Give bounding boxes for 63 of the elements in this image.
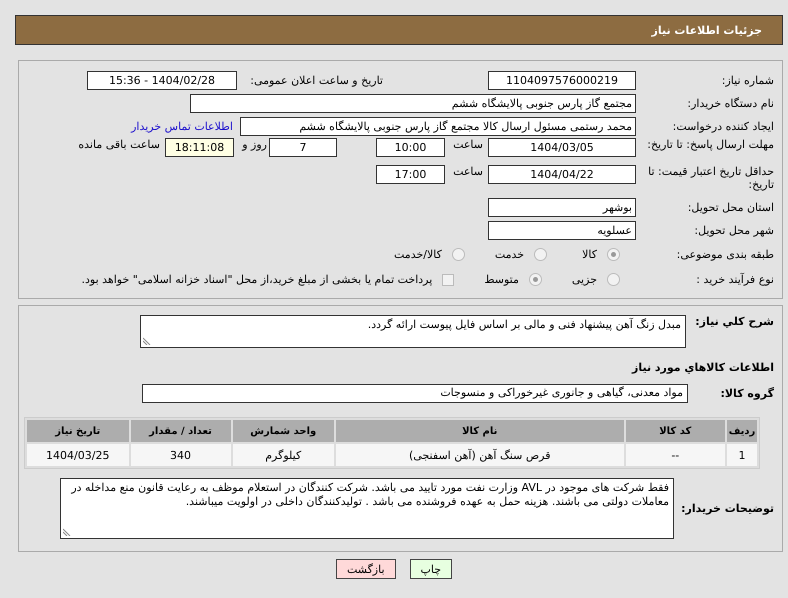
field-label: تاریخ و ساعت اعلان عمومی: [249, 74, 383, 87]
field-label: نوع فرآیند خرید : [695, 273, 774, 286]
field-label: شماره نیاز: [720, 74, 774, 87]
radio-label: کالا/خدمت [394, 248, 442, 261]
announce-date-field: 1404/02/28 - 15:36 [87, 71, 237, 90]
remaining-label: ساعت باقی مانده [78, 138, 160, 151]
column-header: کد کالا [626, 420, 726, 442]
summary-text-area[interactable]: مبدل زنگ آهن پیشنهاد فنی و مالی بر اساس فایل پیوست ارائه گردد. [140, 315, 686, 348]
time-label: ساعت [452, 138, 483, 151]
field-label: شرح کلي نیاز: [694, 315, 774, 328]
payment-note: پرداخت تمام یا بخشی از مبلغ خرید،از محل "اسناد خزانه اسلامی" خواهد بود. [82, 273, 432, 286]
radio-label: خدمت [494, 248, 524, 261]
field-label: نام دستگاه خریدار: [686, 97, 774, 110]
days-field: 7 [269, 138, 337, 157]
field-label: طبقه بندی موضوعی: [676, 248, 774, 261]
goods-group-field: مواد معدنی، گیاهی و جانوری غیرخوراکی و منسوجات [142, 384, 688, 402]
buyer-org-field: مجتمع گاز پارس جنوبی پالایشگاه ششم [190, 94, 636, 113]
radio-button[interactable] [528, 273, 542, 286]
field-label: شهر محل تحویل: [693, 224, 774, 237]
print-button[interactable]: چاپ [410, 559, 452, 579]
radio-button[interactable] [452, 248, 465, 261]
buyer-contact-link[interactable]: اطلاعات تماس خریدار [131, 120, 233, 133]
table-cell: قرص سنگ آهن (آهن اسفنجی) [336, 444, 624, 466]
time-field: 10:00 [376, 138, 445, 157]
column-header: ردیف [727, 420, 757, 442]
table-cell: 1 [727, 444, 757, 466]
column-header: واحد شمارش [232, 420, 334, 442]
radio-label: جزیی [572, 273, 597, 286]
checkbox[interactable] [442, 274, 454, 286]
date-field: 1404/03/05 [488, 138, 636, 157]
section-heading: اطلاعات کالاهاي مورد نیاز [630, 360, 774, 374]
radio-button[interactable] [607, 248, 620, 261]
table-cell: -- [626, 444, 726, 466]
field-label: توضیحات خریدار: [680, 502, 774, 514]
field-label: ایجاد کننده درخواست: [672, 120, 774, 133]
city-field: عسلویه [488, 221, 636, 240]
remaining-time-field: 18:11:08 [165, 138, 234, 157]
back-button[interactable]: بازگشت [336, 559, 396, 579]
field-label: گروه کالا: [719, 386, 774, 400]
column-header: تاریخ نیاز [27, 420, 128, 442]
radio-button[interactable] [534, 248, 548, 261]
time-field: 17:00 [376, 165, 445, 184]
radio-button[interactable] [607, 273, 620, 286]
need-number-field: 1104097576000219 [488, 71, 636, 90]
page-title: جزئیات اطلاعات نیاز [652, 24, 762, 36]
field-label: استان محل تحویل: [686, 201, 774, 214]
column-header: نام کالا [336, 420, 624, 442]
time-label: ساعت [452, 165, 483, 178]
radio-label: متوسط [484, 273, 519, 286]
field-label: حداقل تاریخ اعتبار قیمت: تا تاریخ: [647, 165, 774, 191]
days-label: روز و [240, 138, 267, 151]
date-field: 1404/04/22 [488, 165, 636, 184]
resize-grip-icon[interactable] [63, 528, 71, 536]
radio-label: کالا [582, 248, 597, 261]
table-cell: 340 [130, 444, 231, 466]
table-cell: کیلوگرم [232, 444, 334, 466]
requester-field: محمد رستمی مسئول ارسال کالا مجتمع گاز پارس جنوبی پالایشگاه ششم [240, 117, 636, 136]
column-header: تعداد / مقدار [130, 420, 231, 442]
province-field: بوشهر [488, 198, 636, 217]
field-label: مهلت ارسال پاسخ: تا تاریخ: [646, 138, 774, 151]
table-cell: 1404/03/25 [27, 444, 128, 466]
resize-grip-icon[interactable] [143, 337, 151, 345]
buyer-notes-text-area[interactable]: فقط شرکت های موجود در AVL وزارت نفت مورد تایید می باشد. شرکت کنندگان در استعلام موظف به رعایت قانون منع مداخله در معاملات دولتی می باشند. هزینه حمل به عهده فروشنده می باشد . تولیدکنندگان داخلی در اولویت میباشند. [60, 478, 674, 538]
